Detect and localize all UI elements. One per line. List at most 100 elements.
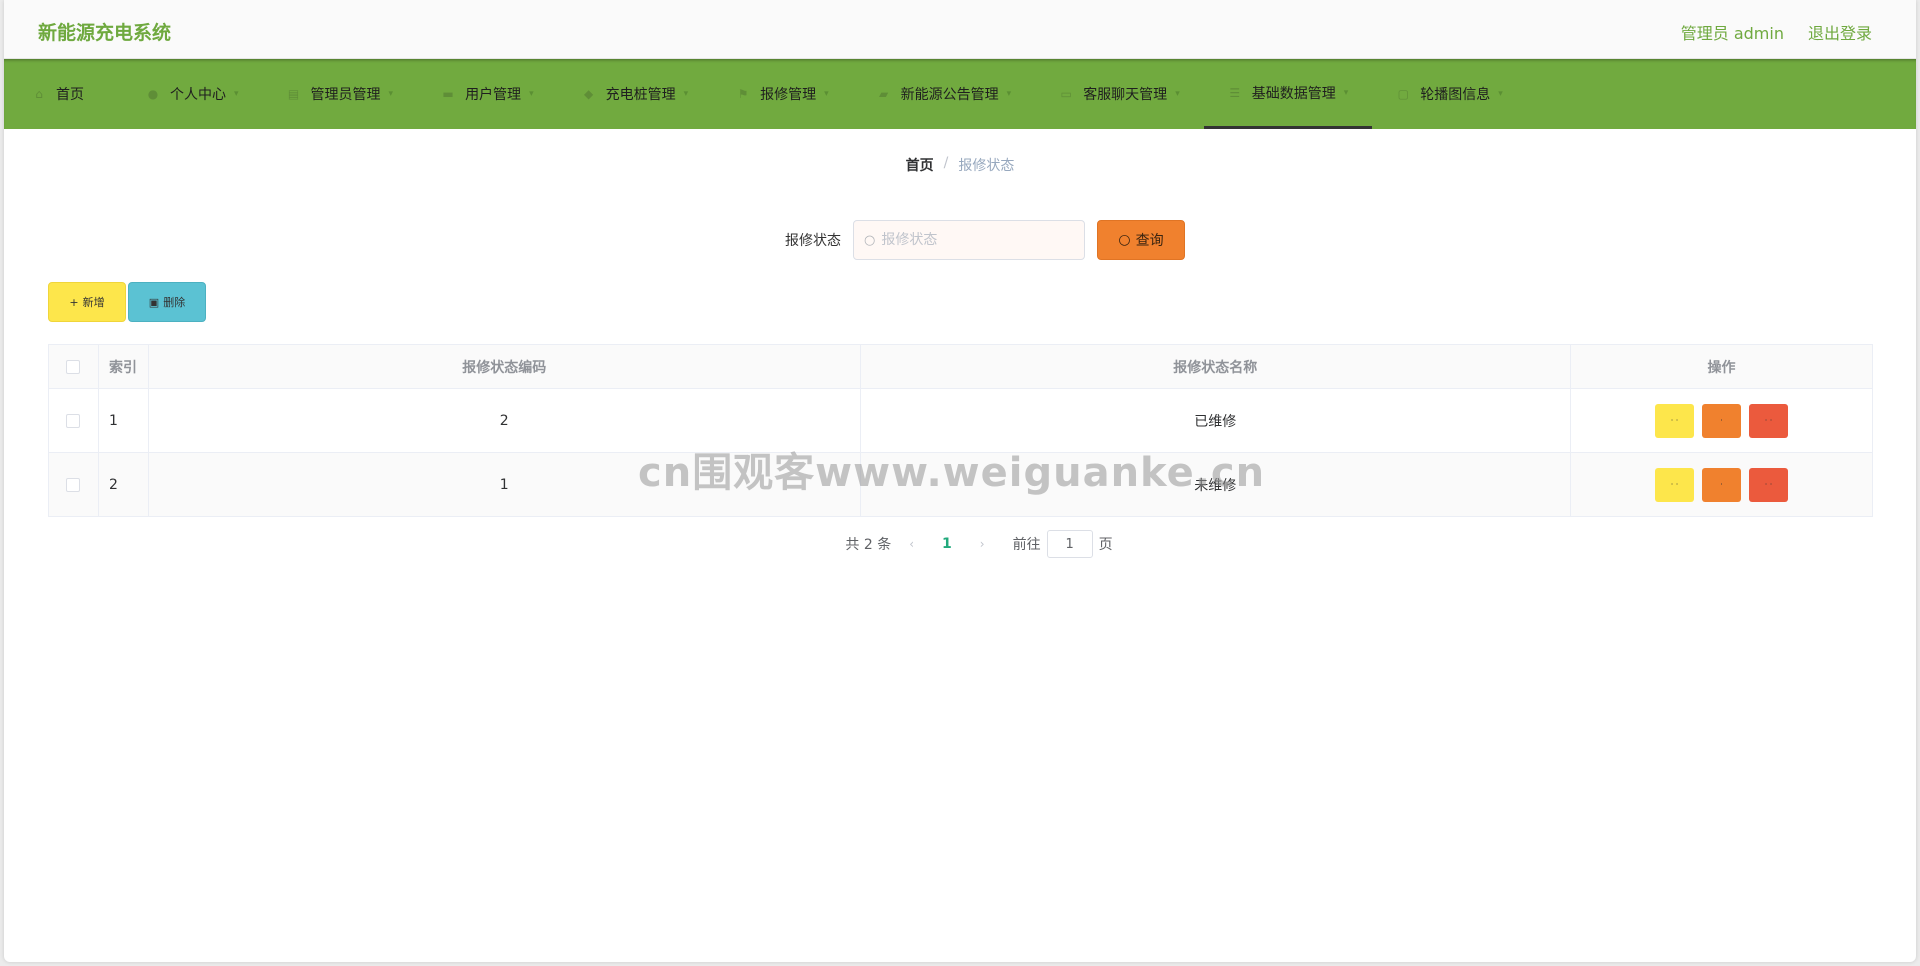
chevron-down-icon: ▾: [1006, 89, 1012, 99]
nav-item-label: 基础数据管理: [1251, 85, 1336, 102]
row-check-cell: [48, 388, 99, 453]
nav-item-label: 客服聊天管理: [1083, 87, 1168, 103]
column-header-name: 报修状态名称: [859, 344, 1572, 389]
page-number-current[interactable]: 1: [942, 536, 952, 552]
nav-item-label: 用户管理: [465, 87, 522, 103]
pagination: 共 2 条 ‹ 1 › 前往 页: [4, 530, 1916, 558]
nav-item-label: 轮播图信息: [1420, 87, 1491, 103]
row-code: 1: [147, 452, 861, 517]
row-checkbox[interactable]: [66, 413, 81, 428]
chevron-down-icon: ▾: [388, 89, 394, 99]
delete-button[interactable]: ▣ 删除: [128, 282, 206, 322]
logout-link[interactable]: 退出登录: [1808, 20, 1872, 44]
chevron-down-icon: ▾: [824, 89, 829, 99]
row-actions: · · · · ·: [1570, 452, 1873, 517]
row-code: 2: [147, 388, 861, 453]
admin-user-label[interactable]: 管理员 admin: [1681, 20, 1784, 44]
search-field: ○: [853, 220, 1085, 260]
pagination-goto: 前往 页: [1013, 530, 1113, 558]
chevron-right-icon[interactable]: ›: [980, 537, 985, 551]
row-delete-button[interactable]: · ·: [1749, 467, 1789, 502]
table-header-row: 索引 报修状态编码 报修状态名称 操作: [48, 344, 1873, 389]
row-actions: · · · · ·: [1570, 388, 1873, 453]
detail-button[interactable]: · ·: [1655, 467, 1695, 502]
plus-icon: +: [69, 295, 79, 309]
nav-item-profile[interactable]: ● 个人中心 ▾: [122, 59, 263, 129]
top-header: 新能源充电系统 管理员 admin 退出登录: [4, 0, 1916, 59]
car-icon: ◆: [583, 87, 594, 101]
query-button[interactable]: ○ 查询: [1097, 220, 1185, 260]
edit-button[interactable]: ·: [1702, 403, 1742, 438]
table-row: 2 1 未维修 · · · · ·: [48, 452, 1873, 517]
breadcrumb: 首页 / 报修状态: [4, 155, 1916, 175]
main-nav: ⌂ 首页 ● 个人中心 ▾ ▤ 管理员管理 ▾ ▬ 用户管理 ▾ ◆ 充电桩管理…: [4, 59, 1916, 129]
user-icon: ●: [147, 87, 159, 101]
breadcrumb-separator: /: [943, 155, 949, 171]
goto-prefix: 前往: [1012, 537, 1041, 553]
goto-suffix: 页: [1098, 537, 1113, 553]
select-all-checkbox[interactable]: [66, 359, 81, 374]
goto-page-input[interactable]: [1046, 530, 1093, 558]
query-button-label: 查询: [1135, 233, 1164, 249]
chevron-down-icon: ▾: [1343, 87, 1349, 98]
column-header-code: 报修状态编码: [147, 344, 861, 389]
delete-button-label: 删除: [163, 296, 186, 309]
nav-item-chargers[interactable]: ◆ 充电桩管理 ▾: [558, 59, 713, 129]
nav-item-label: 新能源公告管理: [900, 87, 999, 103]
row-name: 未维修: [859, 452, 1572, 517]
app-title: 新能源充电系统: [38, 22, 172, 44]
folder-icon: ▬: [442, 87, 454, 101]
row-index: 2: [97, 452, 149, 517]
chevron-down-icon: ▾: [683, 89, 689, 99]
home-icon: ⌂: [35, 87, 43, 101]
row-index: 1: [97, 388, 149, 453]
pagination-total: 共 2 条: [845, 537, 892, 553]
chevron-down-icon: ▾: [529, 89, 534, 99]
breadcrumb-home[interactable]: 首页: [906, 155, 934, 175]
chevron-down-icon: ▾: [1498, 89, 1503, 99]
breadcrumb-current: 报修状态: [958, 158, 1015, 174]
detail-button[interactable]: · ·: [1655, 403, 1695, 438]
app-window: 新能源充电系统 管理员 admin 退出登录 ⌂ 首页 ● 个人中心 ▾ ▤ 管…: [4, 0, 1916, 962]
row-name: 已维修: [859, 388, 1572, 453]
row-delete-button[interactable]: · ·: [1749, 403, 1789, 438]
search-input[interactable]: [881, 232, 1062, 248]
column-header-actions: 操作: [1570, 344, 1873, 389]
image-icon: ▢: [1397, 87, 1409, 101]
nav-item-home[interactable]: ⌂ 首页: [26, 59, 122, 129]
header-user-area: 管理员 admin 退出登录: [1681, 20, 1872, 44]
list-icon: ☰: [1229, 85, 1241, 100]
table-row: 1 2 已维修 · · · · ·: [48, 388, 1873, 453]
search-icon: ○: [1118, 232, 1131, 248]
data-table: 索引 报修状态编码 报修状态名称 操作 1 2 已维修 · · · · · 2 …: [48, 344, 1873, 517]
nav-item-notice[interactable]: ▰ 新能源公告管理 ▾: [853, 59, 1036, 129]
row-check-cell: [48, 452, 99, 517]
chat-icon: ▰: [879, 87, 889, 101]
nav-item-users[interactable]: ▬ 用户管理 ▾: [417, 59, 558, 129]
nav-item-label: 个人中心: [170, 87, 226, 103]
nav-item-label: 报修管理: [760, 87, 817, 103]
chevron-left-icon[interactable]: ‹: [909, 537, 914, 551]
nav-item-label: 充电桩管理: [605, 87, 676, 103]
nav-item-repair[interactable]: ⚑ 报修管理 ▾: [712, 59, 853, 129]
message-icon: ▭: [1060, 87, 1072, 101]
edit-button[interactable]: ·: [1702, 467, 1742, 502]
nav-item-chat[interactable]: ▭ 客服聊天管理 ▾: [1035, 59, 1204, 129]
nav-item-basic-data[interactable]: ☰ 基础数据管理 ▾: [1203, 59, 1373, 129]
nav-item-admin[interactable]: ▤ 管理员管理 ▾: [263, 59, 418, 129]
search-row: 报修状态 ○ ○ 查询: [4, 220, 1916, 260]
row-checkbox[interactable]: [66, 477, 81, 492]
chevron-down-icon: ▾: [234, 89, 239, 99]
nav-item-label: 管理员管理: [310, 87, 381, 103]
action-buttons: + 新增 ▣ 删除: [48, 282, 206, 322]
flag-icon: ⚑: [737, 87, 749, 101]
select-all-cell: [48, 344, 99, 389]
nav-item-label: 首页: [56, 87, 84, 103]
search-label: 报修状态: [785, 233, 841, 249]
add-button[interactable]: + 新增: [48, 282, 126, 322]
column-header-index: 索引: [97, 344, 149, 389]
add-button-label: 新增: [82, 296, 105, 309]
nav-item-carousel[interactable]: ▢ 轮播图信息 ▾: [1372, 59, 1527, 129]
search-icon: ○: [864, 232, 876, 248]
trash-icon: ▣: [148, 295, 160, 309]
